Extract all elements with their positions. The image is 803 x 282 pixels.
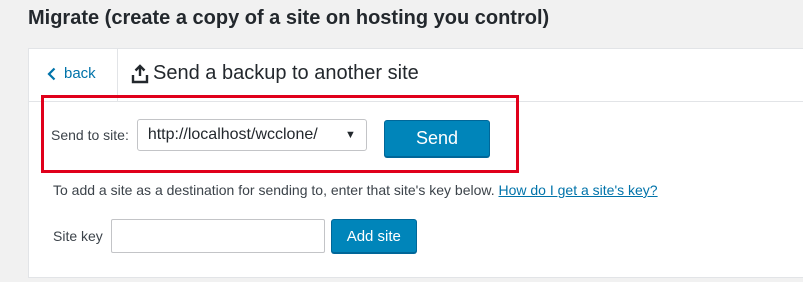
send-to-site-row: Send to site: http://localhost/wcclone/ … bbox=[51, 119, 367, 151]
site-key-help: To add a site as a destination for sendi… bbox=[53, 182, 658, 198]
site-key-help-link[interactable]: How do I get a site's key? bbox=[499, 182, 658, 198]
send-button[interactable]: Send bbox=[384, 120, 490, 157]
send-to-site-label: Send to site: bbox=[51, 127, 129, 143]
help-text: To add a site as a destination for sendi… bbox=[53, 182, 495, 198]
chevron-left-icon bbox=[47, 67, 56, 80]
add-site-button[interactable]: Add site bbox=[330, 219, 417, 253]
panel-title: Send a backup to another site bbox=[131, 62, 419, 85]
send-to-site-select[interactable]: http://localhost/wcclone/ ▼ bbox=[136, 119, 367, 151]
page-title: Migrate (create a copy of a site on host… bbox=[28, 7, 550, 29]
site-key-label: Site key bbox=[53, 228, 103, 244]
caret-down-icon: ▼ bbox=[344, 129, 356, 141]
site-key-input[interactable] bbox=[110, 219, 325, 253]
upload-icon bbox=[131, 63, 149, 83]
panel-title-text: Send a backup to another site bbox=[153, 62, 419, 84]
back-label: back bbox=[64, 65, 96, 82]
selected-site-value: http://localhost/wcclone/ bbox=[147, 126, 318, 143]
header-divider bbox=[117, 49, 118, 101]
migrate-panel: back Send a backup to another site Send … bbox=[28, 48, 803, 278]
site-key-row: Site key Add site bbox=[53, 219, 417, 253]
back-link[interactable]: back bbox=[47, 65, 96, 82]
